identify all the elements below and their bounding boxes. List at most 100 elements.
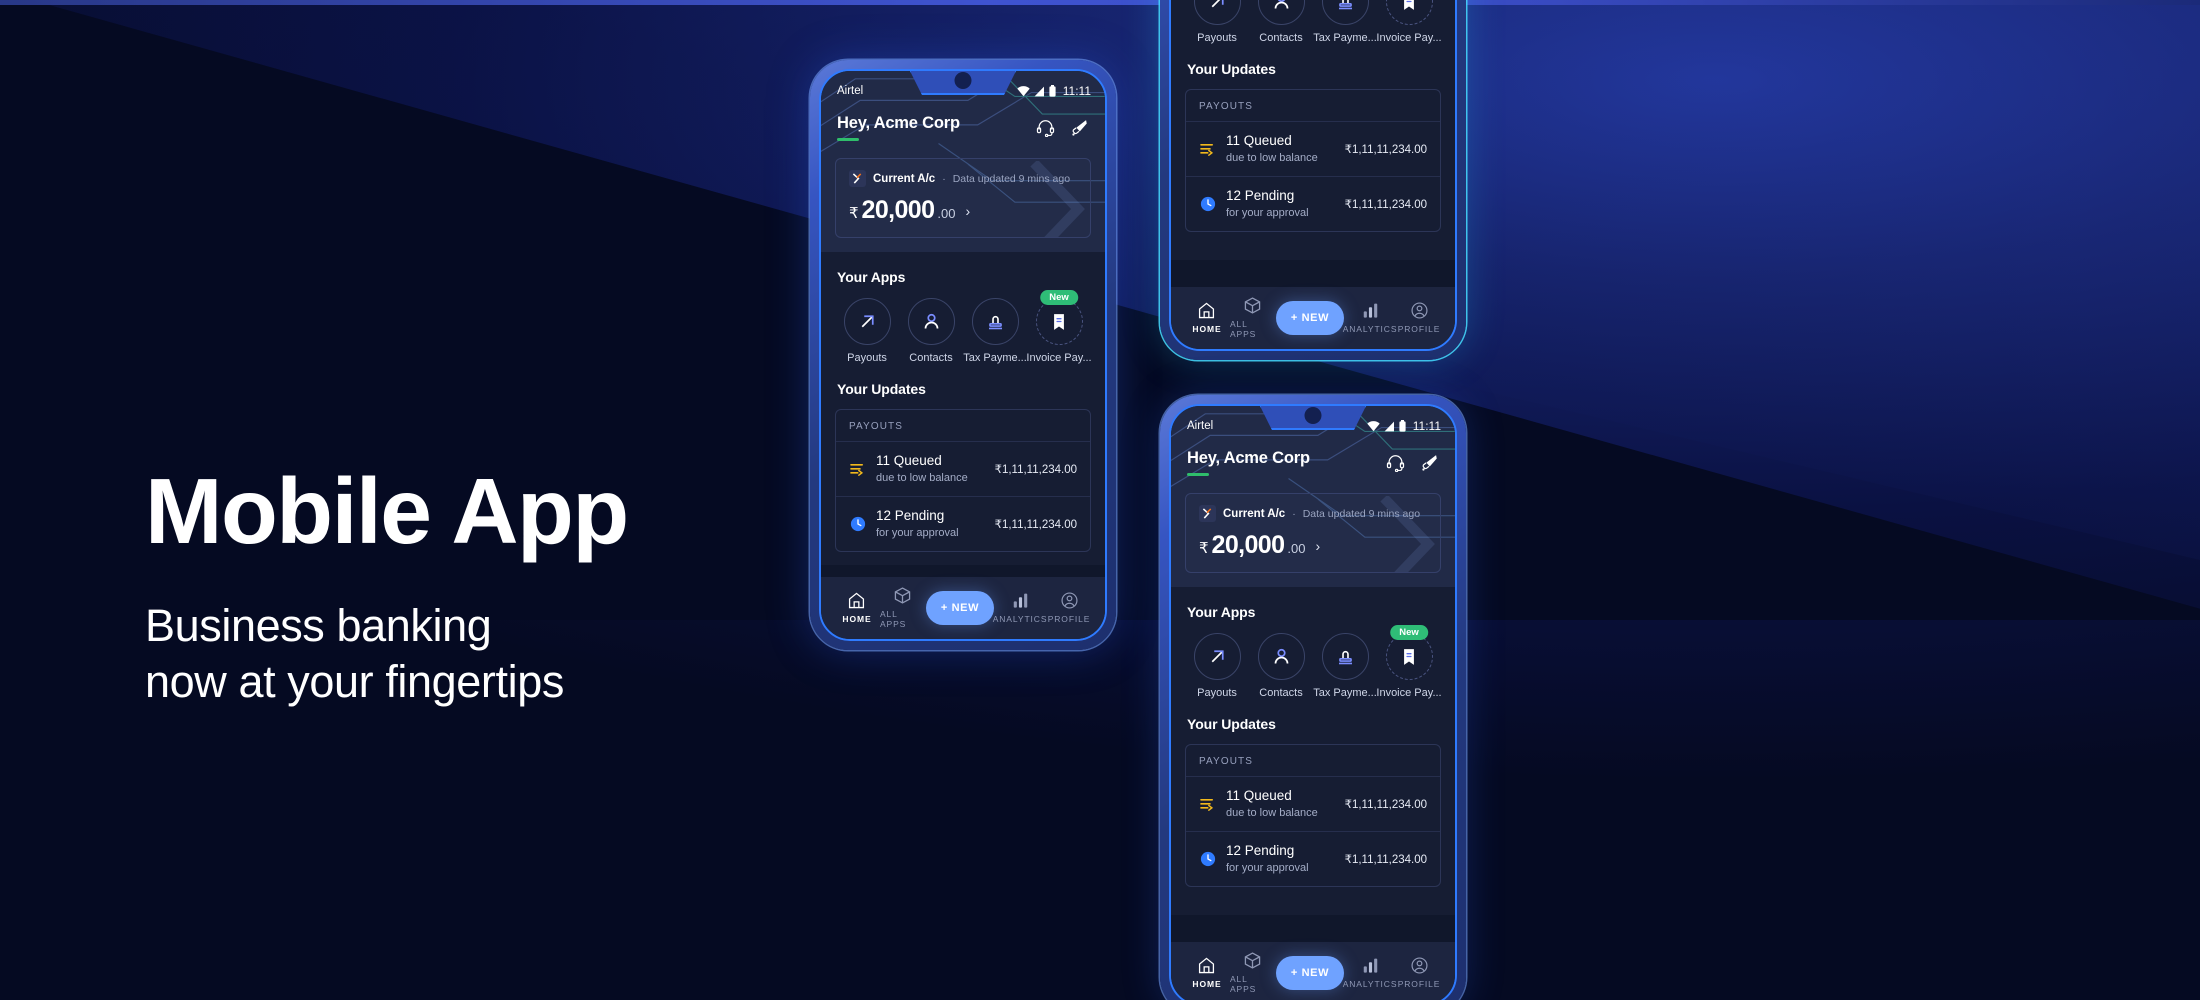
app-tile-payouts[interactable]: Payouts xyxy=(835,298,899,364)
top-edge-glow xyxy=(0,0,2200,5)
nav-item-profile[interactable]: PROFILE xyxy=(1046,591,1092,624)
update-amount: ₹1,11,11,234.00 xyxy=(994,464,1077,477)
updates-card: PAYOUTS 11 Queued due to low balance ₹1,… xyxy=(1185,89,1441,233)
nav-item-analytics[interactable]: ANALYTICS xyxy=(1342,956,1398,989)
phone-mockup-main: Airtel 11:11 Hey, Acme Corp Current A/c … xyxy=(810,60,1116,650)
nav-item-profile[interactable]: PROFILE xyxy=(1396,956,1442,989)
invoice-bookmark-icon xyxy=(1054,313,1064,330)
app-tile-invoice-payments[interactable]: New Invoice Pay... xyxy=(1026,290,1092,364)
update-title: 11 Queued xyxy=(1226,133,1292,148)
greeting-text: Hey, Acme Corp xyxy=(837,114,960,132)
app-tile-payouts[interactable]: Payouts xyxy=(1185,0,1249,44)
queue-lines-icon xyxy=(1199,796,1216,813)
update-row-pending[interactable]: 12 Pending for your approval ₹1,11,11,23… xyxy=(836,496,1090,551)
app-header: Airtel 11:11 Hey, Acme Corp Current A/c … xyxy=(821,71,1105,252)
app-label: Payouts xyxy=(847,352,887,364)
balance-separator: · xyxy=(1292,507,1296,520)
nav-new-button[interactable]: + NEW xyxy=(925,590,995,625)
update-amount: ₹1,11,11,234.00 xyxy=(994,519,1077,532)
bottom-nav: HOME ALL APPS + NEW ANALYTICS PROFILE xyxy=(1171,942,1455,1000)
greeting-underline xyxy=(837,138,859,141)
nav-item-home[interactable]: HOME xyxy=(1184,301,1230,334)
status-time: 11:11 xyxy=(1062,84,1091,98)
clock-glyph xyxy=(850,517,865,532)
app-tile-contacts[interactable]: Contacts xyxy=(1249,0,1313,44)
arrow-up-right-icon xyxy=(1211,650,1224,663)
queue-lines-icon xyxy=(849,461,866,478)
app-tile-invoice-payments[interactable]: New Invoice Pay... xyxy=(1376,625,1442,699)
balance-chevron-icon[interactable]: › xyxy=(1316,538,1321,554)
currency-symbol: ₹ xyxy=(1199,540,1209,557)
nav-item-all-apps[interactable]: ALL APPS xyxy=(1230,951,1276,994)
app-tile-contacts[interactable]: Contacts xyxy=(1249,633,1313,699)
nav-label: HOME xyxy=(842,614,872,624)
balance-amount-row[interactable]: ₹ 20,000 .00 › xyxy=(849,198,1077,223)
update-text-block: 11 Queued due to low balance xyxy=(876,453,985,485)
apps-row: Payouts Contacts xyxy=(1185,0,1442,44)
apps-row: Payouts Contacts xyxy=(835,290,1092,364)
wifi-icon xyxy=(1017,85,1030,96)
stamp-icon xyxy=(1338,0,1352,10)
update-title: 11 Queued xyxy=(876,453,942,468)
nav-item-analytics[interactable]: ANALYTICS xyxy=(1343,301,1397,334)
clock-icon xyxy=(1199,196,1216,213)
nav-item-home[interactable]: HOME xyxy=(1184,956,1230,989)
nav-item-home[interactable]: HOME xyxy=(834,591,880,624)
update-amount: ₹1,11,11,234.00 xyxy=(1344,199,1427,212)
megaphone-icon[interactable] xyxy=(1070,118,1089,137)
app-label: Contacts xyxy=(909,352,953,364)
invoice-bookmark-icon xyxy=(1404,0,1414,10)
update-row-pending[interactable]: 12 Pending for your approval ₹1,11,11,23… xyxy=(1186,831,1440,886)
app-icon-circle xyxy=(1257,633,1305,680)
app-icon-circle xyxy=(1385,0,1433,25)
nav-item-analytics[interactable]: ANALYTICS xyxy=(993,591,1047,624)
nav-new-button[interactable]: + NEW xyxy=(1275,955,1345,990)
balance-amount-row[interactable]: ₹ 20,000 .00 › xyxy=(1199,533,1427,558)
update-row-queued[interactable]: 11 Queued due to low balance ₹1,11,11,23… xyxy=(836,441,1090,496)
queue-lines-glyph xyxy=(1199,799,1213,811)
nav-new-button[interactable]: + NEW xyxy=(1275,300,1345,335)
person-icon xyxy=(1274,0,1288,9)
your-apps-title: Your Apps xyxy=(837,269,906,285)
person-icon xyxy=(1274,648,1288,664)
app-label: Payouts xyxy=(1197,32,1237,44)
app-header: Airtel 11:11 Hey, Acme Corp Current A/c … xyxy=(1171,406,1455,587)
app-tile-tax-payments[interactable]: Tax Payme... xyxy=(963,298,1027,364)
megaphone-icon[interactable] xyxy=(1420,453,1439,472)
nav-label: ALL APPS xyxy=(879,609,907,629)
app-tile-tax-payments[interactable]: Tax Payme... xyxy=(1313,633,1377,699)
update-text-block: 11 Queued due to low balance xyxy=(1226,133,1335,165)
phone-mockup-bottom-right: Airtel 11:11 Hey, Acme Corp Current A/c … xyxy=(1160,395,1466,1000)
balance-card[interactable]: Current A/c · Data updated 9 mins ago ₹ … xyxy=(835,158,1091,238)
update-row-pending[interactable]: 12 Pending for your approval ₹1,11,11,23… xyxy=(1186,176,1440,231)
nav-item-profile[interactable]: PROFILE xyxy=(1396,301,1442,334)
balance-amount: 20,000 xyxy=(861,196,935,224)
balance-chevron-icon[interactable]: › xyxy=(966,203,971,219)
app-tile-invoice-payments[interactable]: New Invoice Pay... xyxy=(1376,0,1442,44)
nav-item-all-apps[interactable]: ALL APPS xyxy=(880,586,926,629)
app-label: Invoice Pay... xyxy=(1376,687,1442,699)
headset-icon[interactable] xyxy=(1036,118,1055,137)
update-row-queued[interactable]: 11 Queued due to low balance ₹1,11,11,23… xyxy=(1186,121,1440,176)
user-circle-icon xyxy=(1410,302,1428,319)
nav-label: ANALYTICS xyxy=(1342,979,1398,989)
user-circle-icon xyxy=(1060,592,1078,609)
home-icon xyxy=(849,592,865,609)
home-icon xyxy=(1199,957,1215,974)
clock-icon xyxy=(1199,851,1216,868)
phone-mockup-top-right: Airtel 11:11 Hey, Ac xyxy=(1160,0,1466,360)
nav-item-all-apps[interactable]: ALL APPS xyxy=(1230,296,1276,339)
app-tile-contacts[interactable]: Contacts xyxy=(899,298,963,364)
nav-label: HOME xyxy=(1192,324,1222,334)
update-subtitle: due to low balance xyxy=(1226,151,1318,164)
balance-card[interactable]: Current A/c · Data updated 9 mins ago ₹ … xyxy=(1185,493,1441,573)
app-icon-circle xyxy=(843,298,891,345)
app-tile-tax-payments[interactable]: Tax Payme... xyxy=(1313,0,1377,44)
update-row-queued[interactable]: 11 Queued due to low balance ₹1,11,11,23… xyxy=(1186,776,1440,831)
update-subtitle: due to low balance xyxy=(876,471,968,484)
headset-icon[interactable] xyxy=(1386,453,1405,472)
app-label: Invoice Pay... xyxy=(1376,32,1442,44)
arrow-up-right-icon xyxy=(861,315,874,328)
signal-icon xyxy=(1384,421,1394,431)
app-tile-payouts[interactable]: Payouts xyxy=(1185,633,1249,699)
